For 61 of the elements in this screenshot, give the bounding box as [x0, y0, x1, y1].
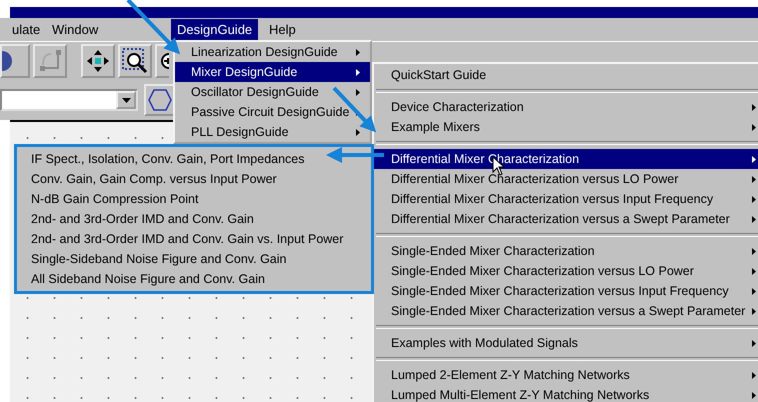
menu-item-label: Lumped Multi-Element Z-Y Matching Networks: [391, 388, 650, 402]
menu-item[interactable]: Oscillator DesignGuide: [175, 82, 370, 102]
menu-item-label: Passive Circuit DesignGuide: [191, 105, 350, 119]
menu-item-label: Example Mixers: [391, 120, 480, 134]
menu-item-label: Single-Ended Mixer Characterization versus LO Power: [391, 264, 694, 278]
menu-item[interactable]: Single-Ended Mixer Characterization versus a Swept Parameter: [374, 301, 758, 321]
menu-item[interactable]: IF Spect., Isolation, Conv. Gain, Port Impedances: [17, 149, 371, 169]
menu-item-label: Differential Mixer Characterization versus LO Power: [391, 172, 678, 186]
zoom-in-icon: [159, 51, 169, 71]
toolbar-button[interactable]: [118, 44, 152, 78]
menu-item-label: Differential Mixer Characterization versus a Swept Parameter: [391, 212, 730, 226]
menu-bar-item[interactable]: DesignGuide: [171, 19, 258, 40]
dropdown-arrow-icon: [122, 98, 130, 102]
menu-item[interactable]: Lumped Multi-Element Z-Y Matching Networks: [374, 385, 758, 402]
toolbar-button[interactable]: [155, 44, 169, 78]
menu-item-label: Single-Ended Mixer Characterization: [391, 244, 595, 258]
menu-item[interactable]: 2nd- and 3rd-Order IMD and Conv. Gain vs. Input Power: [17, 229, 371, 249]
hexagon-icon: [148, 89, 172, 111]
menu-item[interactable]: Single-Ended Mixer Characterization versus Input Frequency: [374, 281, 758, 301]
menu-item[interactable]: Device Characterization: [374, 97, 758, 117]
menu-item-label: Differential Mixer Characterization: [391, 152, 580, 166]
wire-icon: [37, 48, 63, 74]
component-dropdown[interactable]: [0, 89, 138, 111]
menu-item-label: Oscillator DesignGuide: [191, 85, 319, 99]
menu-item[interactable]: Single-Ended Mixer Characterization: [374, 241, 758, 261]
toolbar-button[interactable]: [0, 44, 30, 78]
menu-item-label: Device Characterization: [391, 100, 524, 114]
menu-item-label: PLL DesignGuide: [191, 125, 289, 139]
menu-item[interactable]: Differential Mixer Characterization: [374, 149, 758, 169]
menu-bar-item[interactable]: Window: [46, 19, 104, 40]
menu-item[interactable]: Differential Mixer Characterization versus a Swept Parameter: [374, 209, 758, 229]
menu-item-label: Single-Ended Mixer Characterization versus Input Frequency: [391, 284, 729, 298]
menu-item[interactable]: 2nd- and 3rd-Order IMD and Conv. Gain: [17, 209, 371, 229]
move-arrows-icon: [85, 48, 111, 74]
menu-item-label: Single-Ended Mixer Characterization versus a Swept Parameter: [391, 304, 746, 318]
menu-item[interactable]: Differential Mixer Characterization versus LO Power: [374, 169, 758, 189]
menu-item[interactable]: Conv. Gain, Gain Comp. versus Input Power: [17, 169, 371, 189]
menu-item[interactable]: Linearization DesignGuide: [175, 42, 370, 62]
menu-item[interactable]: Example Mixers: [374, 117, 758, 137]
menu-item[interactable]: All Sideband Noise Figure and Conv. Gain: [17, 269, 371, 289]
menu-item[interactable]: Examples with Modulated Signals: [374, 333, 758, 353]
menu-item-label: Examples with Modulated Signals: [391, 336, 578, 350]
menu-item-label: Mixer DesignGuide: [191, 65, 298, 79]
menu-item[interactable]: QuickStart Guide: [374, 65, 758, 85]
menu-item[interactable]: PLL DesignGuide: [175, 122, 370, 142]
toolbar-button[interactable]: [144, 84, 176, 116]
menu-item-label: Differential Mixer Characterization versus Input Frequency: [391, 192, 714, 206]
menu-item-label: Lumped 2-Element Z-Y Matching Networks: [391, 368, 630, 382]
menu-item[interactable]: Single-Ended Mixer Characterization versus LO Power: [374, 261, 758, 281]
toolbar-button[interactable]: [81, 44, 115, 78]
menu-item[interactable]: Mixer DesignGuide: [175, 62, 370, 82]
menu-item-label: QuickStart Guide: [391, 68, 486, 82]
menu-bar-item[interactable]: Help: [263, 19, 302, 40]
menu-item[interactable]: Lumped 2-Element Z-Y Matching Networks: [374, 365, 758, 385]
menu-item[interactable]: N-dB Gain Compression Point: [17, 189, 371, 209]
menu-item[interactable]: Differential Mixer Characterization versus Input Frequency: [374, 189, 758, 209]
menu-bar-item[interactable]: ulate: [6, 19, 46, 40]
menu-item-label: Linearization DesignGuide: [191, 45, 338, 59]
zoom-window-icon: [121, 47, 149, 75]
menu-item[interactable]: Passive Circuit DesignGuide: [175, 102, 370, 122]
menu-item[interactable]: Single-Sideband Noise Figure and Conv. Gain: [17, 249, 371, 269]
